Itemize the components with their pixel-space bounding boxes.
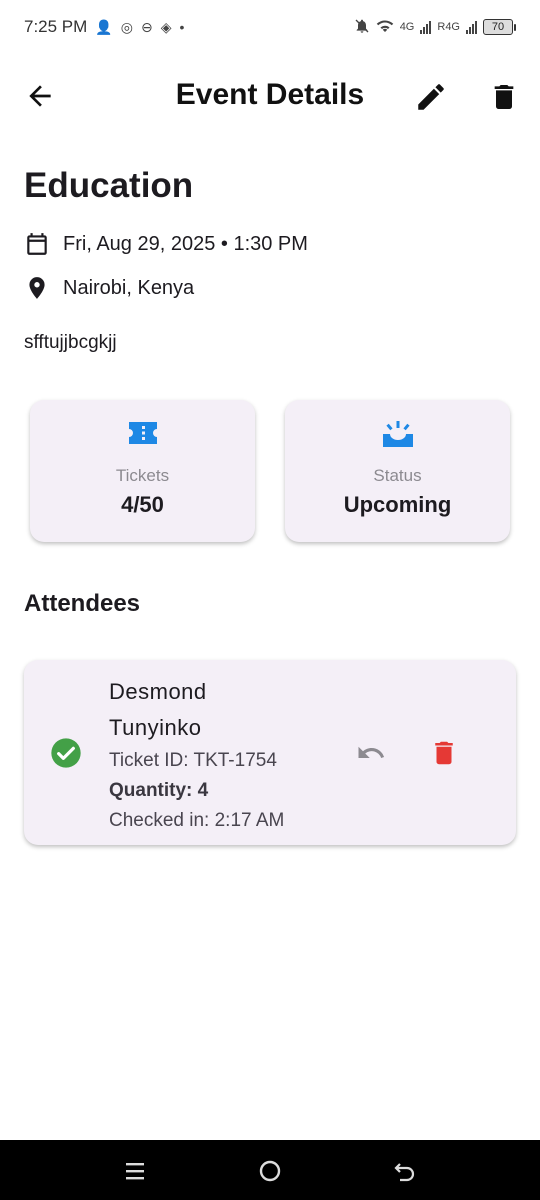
tickets-value: 4/50 (121, 492, 164, 517)
attendee-name-last: Tunyinko (109, 715, 202, 740)
dot-icon: • (179, 19, 185, 35)
delete-attendee-icon[interactable] (429, 737, 459, 769)
undo-icon[interactable] (354, 738, 388, 768)
page-title: Event Details (175, 78, 365, 111)
home-icon[interactable] (257, 1158, 283, 1184)
tickets-label: Tickets (115, 466, 170, 485)
signal-icon (420, 20, 432, 34)
upcoming-icon (382, 421, 413, 447)
status-bar: 7:25 PM 👤 ◎ ⊖ ◈ • 4G R4G 70 (0, 0, 540, 54)
checked-in-icon (51, 738, 81, 768)
edit-icon[interactable] (414, 80, 448, 114)
status-label: Status (373, 466, 422, 485)
person-icon: 👤 (95, 18, 113, 35)
attendee-quantity: Quantity: 4 (109, 780, 209, 801)
status-time: 7:25 PM (24, 17, 88, 36)
event-datetime: Fri, Aug 29, 2025 • 1:30 PM (63, 232, 308, 255)
tickets-card: Tickets 4/50 (30, 400, 255, 542)
attendee-ticket-id: Ticket ID: TKT-1754 (109, 750, 277, 771)
sync-icon: ⊖ (140, 18, 153, 35)
attendee-checked-in: Checked in: 2:17 AM (109, 810, 285, 831)
wifi-icon (376, 18, 394, 37)
back-nav-icon[interactable] (392, 1158, 418, 1184)
calendar-icon (27, 233, 47, 255)
event-location: Nairobi, Kenya (63, 276, 195, 299)
bell-off-icon (354, 18, 370, 37)
signal-icon-2 (466, 20, 477, 34)
binance-icon: ◈ (160, 18, 172, 35)
battery-icon: 70 (483, 19, 516, 35)
delete-icon[interactable] (488, 80, 520, 114)
app-bar: Event Details (0, 64, 540, 128)
event-date-row: Fri, Aug 29, 2025 • 1:30 PM (24, 231, 308, 257)
network-4g: 4G (399, 21, 415, 33)
battery-level: 70 (483, 19, 513, 35)
attendee-card[interactable]: Desmond Tunyinko Ticket ID: TKT-1754 Qua… (24, 660, 516, 845)
ticket-icon (128, 422, 157, 444)
event-location-row: Nairobi, Kenya (24, 275, 194, 301)
attendees-heading: Attendees (24, 590, 141, 617)
system-nav-bar (0, 1140, 540, 1200)
whatsapp-icon: ◎ (120, 18, 133, 35)
location-pin-icon (29, 277, 45, 299)
event-description: sfftujjbcgkjj (24, 332, 117, 353)
attendee-name-first: Desmond (109, 679, 207, 704)
network-r4g: R4G (437, 21, 460, 33)
event-title: Education (24, 166, 194, 205)
status-card: Status Upcoming (285, 400, 510, 542)
recent-apps-icon[interactable] (122, 1158, 148, 1184)
status-value: Upcoming (343, 492, 452, 517)
